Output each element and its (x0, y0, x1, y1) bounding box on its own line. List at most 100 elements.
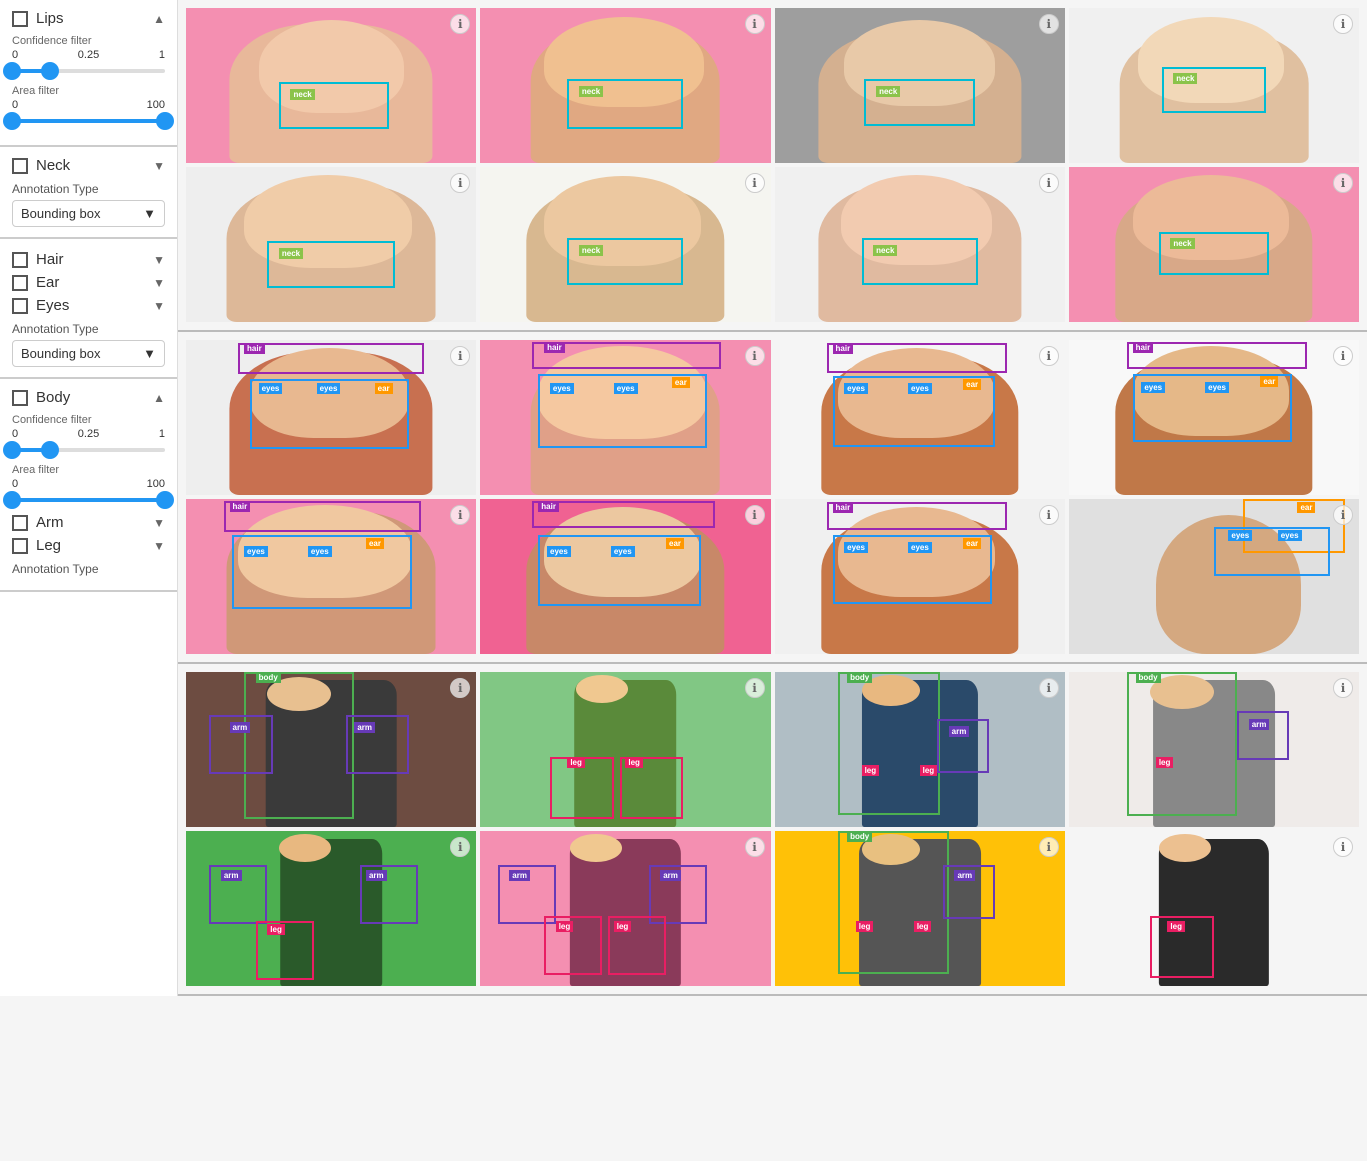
neck-header-left: Neck (12, 157, 70, 174)
area-slider-track[interactable] (12, 119, 165, 123)
body-area-thumb-left[interactable] (3, 491, 21, 509)
neck-label: neck (579, 86, 603, 97)
lips-header: Lips ▲ (12, 10, 165, 27)
lips-checkbox[interactable] (12, 11, 28, 27)
eyes-label: eyes (614, 383, 638, 394)
area-thumb-right[interactable] (156, 112, 174, 130)
info-button[interactable]: ℹ (1039, 173, 1059, 193)
info-button[interactable]: ℹ (745, 173, 765, 193)
body-conf-thumb-right[interactable] (41, 441, 59, 459)
conf-min: 0 (12, 49, 18, 61)
area-thumb-left[interactable] (3, 112, 21, 130)
eyes-label: eyes (259, 383, 283, 394)
image-cell: ℹ arm arm leg (186, 831, 476, 986)
leg-label: leg (556, 921, 574, 932)
hair-chevron[interactable]: ▼ (153, 253, 165, 267)
eyes-item: Eyes ▼ (12, 297, 165, 314)
leg-label: leg (625, 757, 643, 768)
body-confidence-filter-label: Confidence filter (12, 414, 165, 426)
info-button[interactable]: ℹ (1333, 837, 1353, 857)
body-conf-min: 0 (12, 428, 18, 440)
image-cell: ℹ arm arm leg leg (480, 831, 770, 986)
info-button[interactable]: ℹ (745, 346, 765, 366)
image-cell: ℹ hair eyes eyes ear (186, 340, 476, 495)
body-conf-thumb-left[interactable] (3, 441, 21, 459)
annotation-value-2: Bounding box (21, 346, 101, 361)
info-button[interactable]: ℹ (745, 837, 765, 857)
image-cell: ℹ hair eyes eyes ear (480, 499, 770, 654)
info-button[interactable]: ℹ (1333, 505, 1353, 525)
info-button[interactable]: ℹ (1333, 14, 1353, 34)
ear-label: ear (366, 538, 384, 549)
eyes-label: eyes (308, 546, 332, 557)
confidence-thumb-right[interactable] (41, 62, 59, 80)
lips-header-left: Lips (12, 10, 64, 27)
image-cell: ℹ hair eyes eyes ear (775, 499, 1065, 654)
arm-chevron[interactable]: ▼ (153, 516, 165, 530)
lips-image-grid: ℹ neck ℹ neck (186, 8, 1359, 322)
area-slider-fill (12, 119, 165, 123)
info-button[interactable]: ℹ (745, 14, 765, 34)
info-button[interactable]: ℹ (1039, 505, 1059, 525)
arm-checkbox[interactable] (12, 515, 28, 531)
image-cell: ℹ ear eyes eyes (1069, 499, 1359, 654)
ear-chevron[interactable]: ▼ (153, 276, 165, 290)
annotation-select-1[interactable]: Bounding box ▼ (12, 200, 165, 227)
leg-checkbox[interactable] (12, 538, 28, 554)
eyes-label: eyes (1205, 382, 1229, 393)
neck-label: neck (579, 245, 603, 256)
ear-label: ear (666, 538, 684, 549)
hair-checkbox[interactable] (12, 252, 28, 268)
info-button[interactable]: ℹ (1333, 173, 1353, 193)
lips-title: Lips (36, 10, 64, 27)
annotation-select-2[interactable]: Bounding box ▼ (12, 340, 165, 367)
body-area-slider[interactable] (12, 498, 165, 502)
info-button[interactable]: ℹ (1039, 14, 1059, 34)
body-confidence-slider[interactable] (12, 448, 165, 452)
face-images-section: ℹ hair eyes eyes ear ℹ hair (178, 332, 1367, 664)
annotation-chevron-1: ▼ (143, 206, 156, 221)
arm-label: arm (1249, 719, 1270, 730)
body-box (838, 672, 940, 815)
image-cell: ℹ leg leg (480, 672, 770, 827)
hair-label: hair (244, 343, 265, 354)
hair-label: hair (1133, 342, 1154, 353)
image-cell: ℹ neck (775, 8, 1065, 163)
neck-checkbox[interactable] (12, 158, 28, 174)
info-button[interactable]: ℹ (1333, 346, 1353, 366)
face-image-grid: ℹ hair eyes eyes ear ℹ hair (186, 340, 1359, 654)
body-conf-mid: 0.25 (78, 428, 99, 440)
info-button[interactable]: ℹ (1333, 678, 1353, 698)
neck-chevron[interactable]: ▼ (153, 159, 165, 173)
info-button[interactable]: ℹ (1039, 346, 1059, 366)
body-checkbox[interactable] (12, 390, 28, 406)
image-cell: ℹ neck (186, 167, 476, 322)
hair-label: hair (833, 343, 854, 354)
info-button[interactable]: ℹ (745, 505, 765, 525)
confidence-slider-track[interactable] (12, 69, 165, 73)
leg-chevron[interactable]: ▼ (153, 539, 165, 553)
neck-label: neck (1173, 73, 1197, 84)
eyes-checkbox[interactable] (12, 298, 28, 314)
confidence-range: 0 0.25 1 (12, 49, 165, 61)
annotation-type-label-3: Annotation Type (12, 562, 165, 576)
body-box (1127, 672, 1237, 816)
ear-checkbox[interactable] (12, 275, 28, 291)
body-area-thumb-right[interactable] (156, 491, 174, 509)
eyes-chevron[interactable]: ▼ (153, 299, 165, 313)
info-button[interactable]: ℹ (1039, 837, 1059, 857)
leg-label: leg (1167, 921, 1185, 932)
info-button[interactable]: ℹ (745, 678, 765, 698)
hair-label: hair (544, 342, 565, 353)
lips-chevron-up[interactable]: ▲ (153, 12, 165, 26)
confidence-thumb-left[interactable] (3, 62, 21, 80)
eyes-label: eyes (844, 383, 868, 394)
body-chevron-up[interactable]: ▲ (153, 391, 165, 405)
leg-item: Leg ▼ (12, 537, 165, 554)
area-range: 0 100 (12, 99, 165, 111)
annotation-type-label-1: Annotation Type (12, 182, 165, 196)
info-button[interactable]: ℹ (1039, 678, 1059, 698)
hair-box (532, 501, 715, 529)
body-conf-max: 1 (159, 428, 165, 440)
image-cell: ℹ neck (775, 167, 1065, 322)
